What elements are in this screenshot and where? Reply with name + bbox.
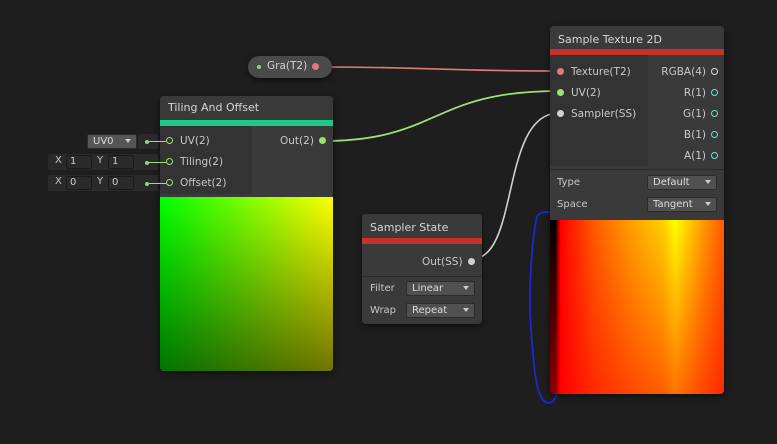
chevron-down-icon	[125, 139, 131, 143]
sampler-node-title: Sampler State	[362, 214, 482, 238]
gradient-output-port[interactable]	[312, 63, 319, 70]
sampler-state-node[interactable]: Sampler State Out(SS) Filter Linear Wrap…	[362, 214, 482, 324]
sampler-out-label: Out(SS)	[422, 256, 463, 268]
wire-sampler[interactable]	[471, 112, 560, 260]
sampler-divider	[362, 276, 482, 277]
gradient-label: Gra(T2)	[267, 60, 308, 72]
type-label: Type	[557, 177, 580, 188]
tiling-y-input[interactable]: 1	[108, 155, 134, 169]
texture-texture-port[interactable]	[557, 68, 564, 75]
tiling-tiling-label: Tiling(2)	[180, 156, 224, 168]
chevron-down-icon	[463, 308, 469, 312]
texture-sampler-port[interactable]	[557, 110, 564, 117]
gradient-property-node[interactable]: Gra(T2)	[248, 56, 332, 78]
tiling-and-offset-node[interactable]: Tiling And Offset UV(2) Tiling(2) Offset…	[160, 96, 333, 371]
offset-x-label: X	[55, 176, 62, 187]
tiling-x-input[interactable]: 1	[66, 155, 92, 169]
texture-output-g[interactable]: G(1)	[650, 106, 720, 122]
texture-b-port[interactable]	[711, 131, 718, 138]
chevron-down-icon	[705, 180, 711, 184]
tiling-uv-port[interactable]	[166, 137, 173, 144]
texture-output-r[interactable]: R(1)	[650, 85, 720, 101]
tiling-node-title: Tiling And Offset	[160, 96, 333, 120]
texture-a-port[interactable]	[711, 152, 718, 159]
wrap-dropdown[interactable]: Repeat	[406, 303, 475, 318]
texture-texture-label: Texture(T2)	[571, 66, 631, 78]
texture-preview	[550, 220, 724, 394]
texture-rgba-label: RGBA(4)	[661, 66, 706, 78]
texture-r-label: R(1)	[683, 87, 706, 99]
texture-uv-port[interactable]	[557, 89, 564, 96]
texture-output-b[interactable]: B(1)	[650, 127, 720, 143]
offset-y-input[interactable]: 0	[108, 176, 134, 190]
tiling-connector-line	[149, 162, 166, 163]
texture-r-port[interactable]	[711, 89, 718, 96]
wire-texture[interactable]	[317, 66, 560, 72]
tiling-uv-label: UV(2)	[180, 135, 210, 147]
texture-a-label: A(1)	[683, 150, 706, 162]
texture-g-label: G(1)	[682, 108, 706, 120]
sampler-node-accent-bar	[362, 238, 482, 244]
tiling-out-port[interactable]	[319, 137, 326, 144]
type-dropdown[interactable]: Default	[647, 175, 717, 190]
texture-output-a[interactable]: A(1)	[650, 148, 720, 164]
wire-uv[interactable]	[321, 90, 560, 142]
space-label: Space	[557, 199, 588, 210]
type-value: Default	[653, 177, 690, 188]
wrap-value: Repeat	[412, 305, 448, 316]
tiling-x-label: X	[55, 155, 62, 166]
offset-x-input[interactable]: 0	[66, 176, 92, 190]
sample-texture-2d-node[interactable]: Sample Texture 2D Texture(T2) UV(2) Samp…	[550, 26, 724, 394]
chevron-down-icon	[705, 202, 711, 206]
filter-label: Filter	[370, 283, 395, 294]
texture-output-rgba[interactable]: RGBA(4)	[650, 64, 720, 80]
texture-uv-label: UV(2)	[571, 87, 601, 99]
uv-channel-value: UV0	[93, 136, 114, 147]
tiling-offset-port[interactable]	[166, 179, 173, 186]
texture-rgba-port[interactable]	[711, 68, 718, 75]
texture-g-port[interactable]	[711, 110, 718, 117]
texture-b-label: B(1)	[683, 129, 706, 141]
gradient-connector-dot	[257, 65, 261, 69]
texture-divider	[550, 169, 724, 170]
tiling-preview-shade	[160, 197, 333, 371]
filter-value: Linear	[412, 283, 444, 294]
offset-connector-line	[149, 183, 166, 184]
chevron-down-icon	[463, 286, 469, 290]
space-dropdown[interactable]: Tangent	[647, 197, 717, 212]
texture-preview-shade	[550, 220, 724, 394]
tiling-y-label: Y	[97, 155, 104, 166]
texture-sampler-label: Sampler(SS)	[571, 108, 637, 120]
wrap-label: Wrap	[370, 305, 397, 316]
tiling-tiling-port[interactable]	[166, 158, 173, 165]
tiling-output-out[interactable]: Out(2)	[278, 133, 328, 149]
uv-connector-line	[149, 141, 166, 142]
sampler-output-out[interactable]: Out(SS)	[420, 254, 480, 270]
filter-dropdown[interactable]: Linear	[406, 281, 475, 296]
tiling-preview	[160, 197, 333, 371]
tiling-out-label: Out(2)	[280, 135, 314, 147]
sampler-out-port[interactable]	[468, 258, 475, 265]
space-value: Tangent	[653, 199, 693, 210]
tiling-offset-label: Offset(2)	[180, 177, 227, 189]
uv-channel-select[interactable]: UV0	[87, 134, 137, 149]
offset-y-label: Y	[97, 176, 104, 187]
texture-node-title: Sample Texture 2D	[550, 26, 724, 49]
